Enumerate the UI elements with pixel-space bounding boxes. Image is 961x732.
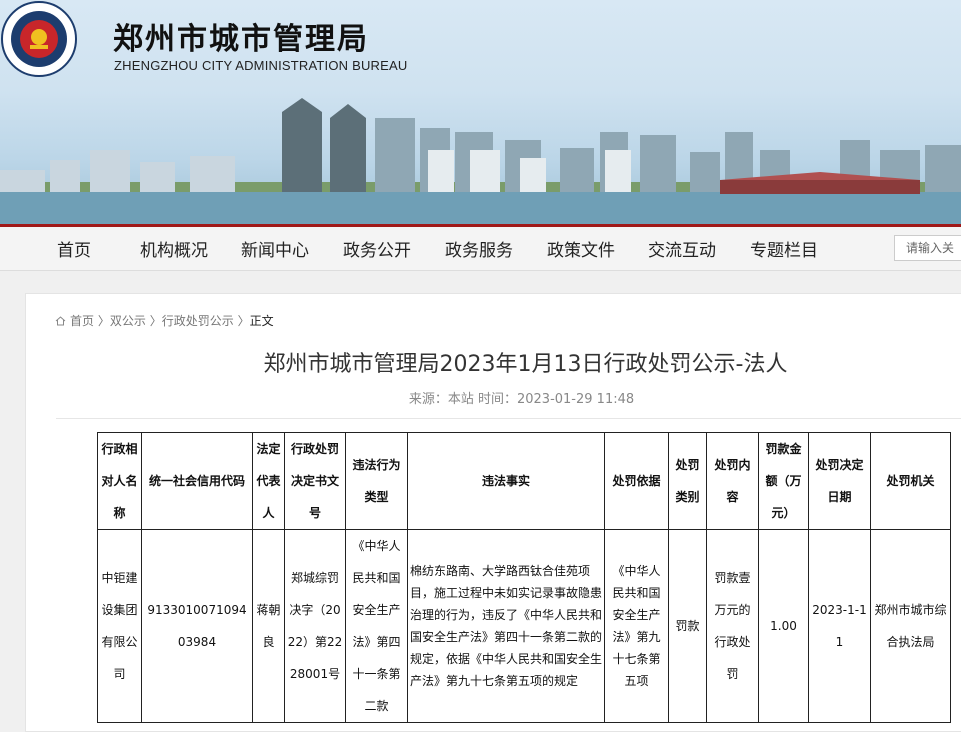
- table-header: 处罚依据: [604, 432, 669, 530]
- table-cell: 1.00: [758, 529, 809, 723]
- table-header: 统一社会信用代码: [141, 432, 253, 530]
- table-cell: 中钜建设集团有限公司: [97, 529, 142, 723]
- table-header: 处罚类别: [668, 432, 707, 530]
- table-row: 中钜建设集团有限公司 91330100710940398​4 蒋朝良 郑城综罚决…: [97, 529, 951, 723]
- breadcrumb-penalty-publicity[interactable]: 行政处罚公示: [162, 314, 234, 328]
- breadcrumb-dual-publicity[interactable]: 双公示: [110, 314, 146, 328]
- article-title: 郑州市城市管理局2023年1月13日行政处罚公示-法人: [263, 352, 788, 377]
- penalty-table: 行政相对人名称 统一社会信用代码 法定代表人 行政处罚决定书文号 违法行为类型 …: [97, 432, 951, 723]
- article-meta: 来源：本站 时间：2023-01-29 11:48: [408, 392, 635, 407]
- table-header: 处罚内容: [706, 432, 759, 530]
- main-nav: 首页 机构概况 新闻中心 政务公开 政务服务 政策文件 交流互动 专题栏目 请输…: [0, 227, 961, 271]
- content-divider: [56, 418, 961, 419]
- table-cell: 蒋朝良: [252, 529, 285, 723]
- table-header: 罚款金额（万元）: [758, 432, 809, 530]
- table-header-row: 行政相对人名称 统一社会信用代码 法定代表人 行政处罚决定书文号 违法行为类型 …: [97, 432, 951, 530]
- nav-item-topics[interactable]: 专题栏目: [750, 236, 818, 261]
- nav-item-policy[interactable]: 政策文件: [547, 236, 615, 261]
- table-cell: 《中华人民共和国安全生产法》第四十一条第二款: [345, 529, 408, 723]
- table-header: 法定代表人: [252, 432, 285, 530]
- table-cell: 《中华人民共和国安全生产法》第九十七条第五项: [604, 529, 669, 723]
- table-header: 行政相对人名称: [97, 432, 142, 530]
- search-input[interactable]: 请输入关: [894, 235, 961, 261]
- nav-item-organization[interactable]: 机构概况: [140, 236, 208, 261]
- table-cell: 罚款壹万元的行政处罚: [706, 529, 759, 723]
- table-header: 行政处罚决定书文号: [284, 432, 346, 530]
- table-cell: 郑州市城市综合执法局: [870, 529, 951, 723]
- bureau-emblem-logo: [1, 1, 77, 77]
- table-cell: 棉纺东路南、大学路西钛合佳苑项目，施工过程中未如实记录事故隐患治理的行为，违反了…: [407, 529, 605, 723]
- site-subtitle: ZHENGZHOU CITY ADMINISTRATION BUREAU: [114, 58, 408, 73]
- table-header: 处罚决定日期: [808, 432, 871, 530]
- breadcrumb-home[interactable]: 首页: [70, 314, 94, 328]
- table-cell: 罚款: [668, 529, 707, 723]
- header-banner: 郑州市城市管理局 ZHENGZHOU CITY ADMINISTRATION B…: [0, 0, 961, 226]
- table-header: 违法行为类型: [345, 432, 408, 530]
- nav-item-news[interactable]: 新闻中心: [241, 236, 309, 261]
- table-cell: 郑城综罚决字（2022）第2228001号: [284, 529, 346, 723]
- breadcrumb: 首页 〉双公示 〉行政处罚公示 〉正文: [55, 312, 274, 329]
- nav-item-gov-affairs[interactable]: 政务公开: [343, 236, 411, 261]
- table-header: 违法事实: [407, 432, 605, 530]
- table-cell: 91330100710940398​4: [141, 529, 253, 723]
- site-title: 郑州市城市管理局: [113, 22, 369, 57]
- nav-item-home[interactable]: 首页: [57, 236, 91, 261]
- table-cell: 2023-1-11: [808, 529, 871, 723]
- nav-item-interaction[interactable]: 交流互动: [648, 236, 716, 261]
- nav-item-services[interactable]: 政务服务: [445, 236, 513, 261]
- breadcrumb-current: 正文: [249, 314, 274, 328]
- table-header: 处罚机关: [870, 432, 951, 530]
- home-icon: [55, 316, 66, 326]
